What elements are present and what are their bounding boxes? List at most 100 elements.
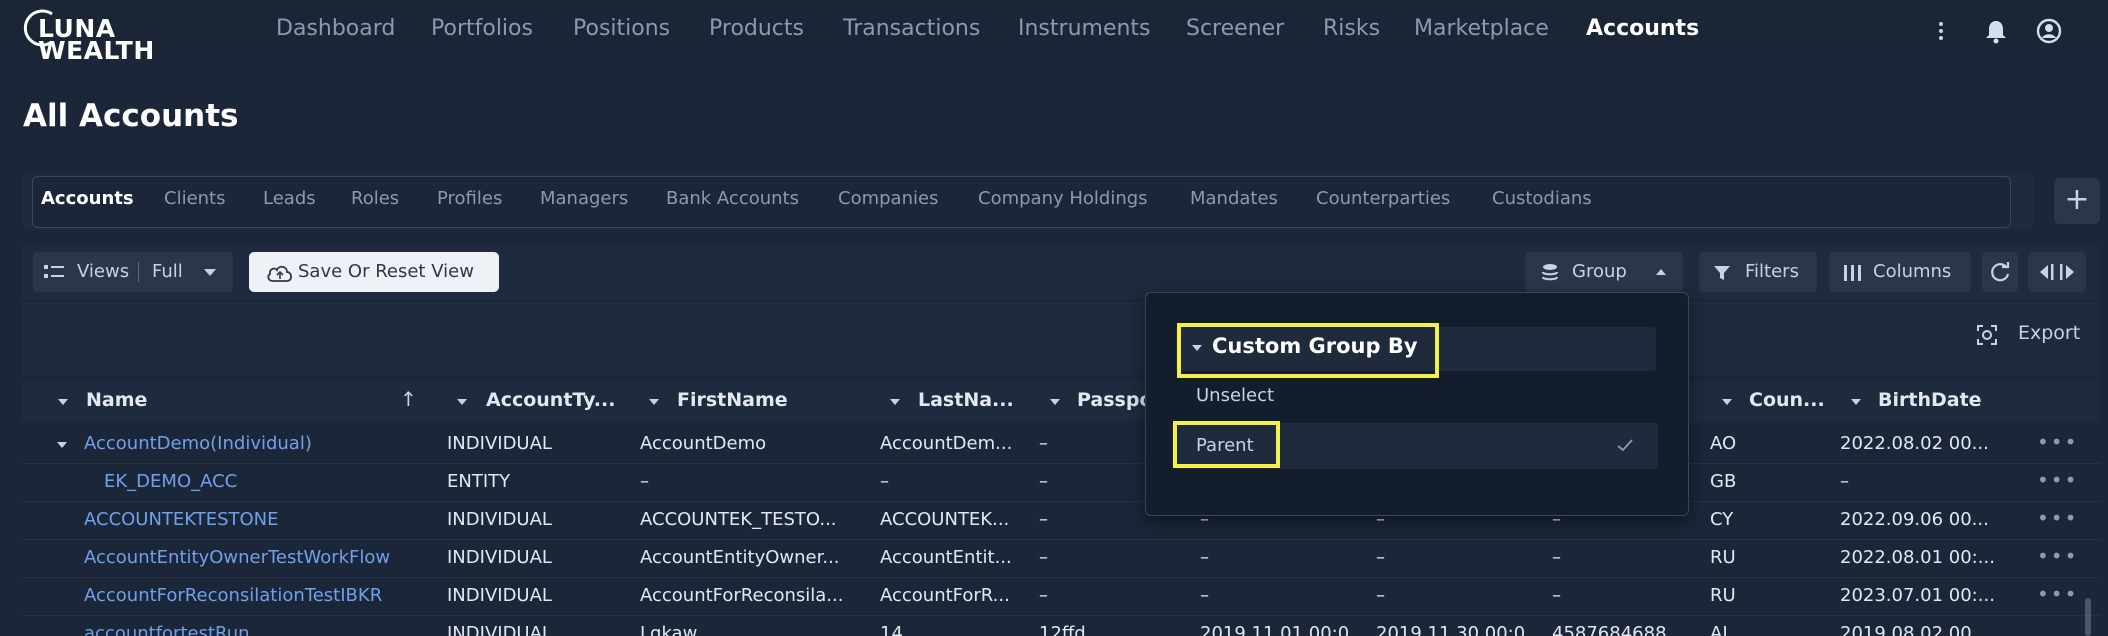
cell-country: AO — [1710, 433, 1737, 454]
column-menu-icon[interactable] — [1050, 399, 1060, 405]
tab-clients[interactable]: Clients — [164, 188, 226, 209]
column-menu-icon[interactable] — [1851, 399, 1861, 405]
tab-companies[interactable]: Companies — [838, 188, 938, 209]
more-vertical-icon[interactable] — [1928, 18, 1954, 44]
cell-country: RU — [1710, 547, 1736, 568]
cell-birth-date: – — [1840, 471, 1849, 492]
table-row[interactable]: ACCOUNTEKTESTONE INDIVIDUAL ACCOUNTEK_TE… — [22, 502, 2100, 540]
column-header-name[interactable]: Name — [86, 389, 147, 411]
account-name-link[interactable]: ACCOUNTEKTESTONE — [84, 509, 279, 530]
cell-first-name: AccountDemo — [640, 433, 767, 454]
export-button[interactable]: Export — [1974, 319, 2094, 349]
table-row[interactable]: accountfortestRun INDIVIDUAL Lqkaw 14 12… — [22, 616, 2100, 636]
nav-item-positions[interactable]: Positions — [573, 16, 670, 41]
cell-number: – — [1552, 547, 1561, 568]
nav-item-risks[interactable]: Risks — [1323, 16, 1380, 41]
user-icon[interactable] — [2036, 18, 2062, 44]
toolbar-divider — [22, 300, 2100, 301]
row-actions-icon[interactable]: ••• — [2037, 582, 2078, 606]
account-name-link[interactable]: AccountEntityOwnerTestWorkFlow — [84, 547, 390, 568]
account-name-link[interactable]: AccountDemo(Individual) — [84, 433, 312, 454]
table-row[interactable]: EK_DEMO_ACC ENTITY – – – GB – ••• — [22, 464, 2100, 502]
views-button[interactable]: Views Full — [33, 252, 233, 292]
cell-last-name: AccountDem... — [880, 433, 1013, 454]
tab-managers[interactable]: Managers — [540, 188, 628, 209]
column-header-country[interactable]: Coun... — [1749, 389, 1825, 411]
tab-counterparties[interactable]: Counterparties — [1316, 188, 1450, 209]
cell-last-name: 14 — [880, 623, 903, 636]
account-name-link[interactable]: EK_DEMO_ACC — [104, 471, 237, 492]
tab-custodians[interactable]: Custodians — [1492, 188, 1592, 209]
tab-accounts[interactable]: Accounts — [41, 188, 134, 209]
account-name-link[interactable]: AccountForReconsilationTestIBKR — [84, 585, 382, 606]
row-actions-icon[interactable]: ••• — [2037, 468, 2078, 492]
account-name-link[interactable]: accountfortestRun — [84, 623, 250, 636]
refresh-button[interactable] — [1982, 252, 2018, 292]
table-scrollbar[interactable] — [2085, 598, 2091, 636]
column-menu-icon[interactable] — [58, 399, 68, 405]
column-menu-icon[interactable] — [457, 399, 467, 405]
group-label: Group — [1572, 261, 1627, 282]
tab-roles[interactable]: Roles — [351, 188, 399, 209]
unselect-option[interactable]: Unselect — [1196, 385, 1274, 406]
column-header-first-name[interactable]: FirstName — [677, 389, 788, 411]
nav-item-screener[interactable]: Screener — [1186, 16, 1284, 41]
tab-leads[interactable]: Leads — [263, 188, 316, 209]
tab-mandates[interactable]: Mandates — [1190, 188, 1278, 209]
cell-account-type: INDIVIDUAL — [447, 623, 552, 636]
page-title: All Accounts — [23, 98, 239, 134]
cell-passport: – — [1039, 433, 1048, 454]
tab-profiles[interactable]: Profiles — [437, 188, 502, 209]
tab-company-holdings[interactable]: Company Holdings — [978, 188, 1148, 209]
filter-icon — [1714, 266, 1730, 280]
column-header-account-type[interactable]: AccountTy... — [486, 389, 615, 411]
column-header-passport[interactable]: Passpo — [1077, 389, 1153, 411]
brand-logo[interactable]: LUNA WEALTH — [22, 8, 154, 64]
cell-first-name: AccountEntityOwner... — [640, 547, 840, 568]
highlight-custom-group-by — [1177, 323, 1439, 378]
filters-button[interactable]: Filters — [1699, 252, 1817, 292]
cell-date-from: – — [1200, 547, 1209, 568]
table-row[interactable]: AccountEntityOwnerTestWorkFlow INDIVIDUA… — [22, 540, 2100, 578]
nav-item-marketplace[interactable]: Marketplace — [1414, 16, 1549, 41]
tab-bank-accounts[interactable]: Bank Accounts — [666, 188, 799, 209]
cell-number: – — [1552, 585, 1561, 606]
group-button[interactable]: Group — [1525, 252, 1683, 292]
save-reset-view-button[interactable]: Save Or Reset View — [249, 252, 499, 292]
nav-item-accounts[interactable]: Accounts — [1586, 16, 1699, 41]
nav-item-portfolios[interactable]: Portfolios — [431, 16, 533, 41]
table-row[interactable]: AccountDemo(Individual) INDIVIDUAL Accou… — [22, 426, 2100, 464]
columns-button[interactable]: Columns — [1829, 252, 1971, 292]
row-actions-icon[interactable]: ••• — [2037, 544, 2078, 568]
row-actions-icon[interactable]: ••• — [2037, 430, 2078, 454]
column-menu-icon[interactable] — [890, 399, 900, 405]
cell-date-to: 2019.11.30 00:0... — [1376, 623, 1543, 636]
column-menu-icon[interactable] — [1722, 399, 1732, 405]
cell-last-name: AccountForR... — [880, 585, 1010, 606]
nav-item-transactions[interactable]: Transactions — [843, 16, 980, 41]
cell-country: CY — [1710, 509, 1734, 530]
row-actions-icon[interactable]: ••• — [2037, 506, 2078, 530]
cell-date-to: – — [1376, 547, 1385, 568]
check-icon — [1617, 439, 1633, 452]
column-header-last-name[interactable]: LastNa... — [918, 389, 1014, 411]
add-tab-button[interactable]: + — [2054, 178, 2100, 224]
columns-label: Columns — [1873, 261, 1952, 282]
column-header-birth-date[interactable]: BirthDate — [1878, 389, 1982, 411]
cell-birth-date: 2022.09.06 00... — [1840, 509, 1989, 530]
nav-item-dashboard[interactable]: Dashboard — [276, 16, 395, 41]
column-menu-icon[interactable] — [649, 399, 659, 405]
cell-date-to: – — [1376, 585, 1385, 606]
table-row[interactable]: AccountForReconsilationTestIBKR INDIVIDU… — [22, 578, 2100, 616]
cell-birth-date: 2022.08.01 00:... — [1840, 547, 1995, 568]
cell-number: 4587684688 — [1552, 623, 1667, 636]
bell-icon[interactable] — [1983, 18, 2009, 44]
cell-birth-date: 2023.07.01 00:... — [1840, 585, 1995, 606]
sort-ascending-icon[interactable]: ↑ — [400, 387, 417, 411]
cell-account-type: INDIVIDUAL — [447, 509, 552, 530]
panel-toggle-button[interactable] — [2028, 252, 2086, 292]
nav-item-instruments[interactable]: Instruments — [1018, 16, 1151, 41]
nav-item-products[interactable]: Products — [709, 16, 804, 41]
expand-row-icon[interactable] — [57, 442, 67, 448]
cell-last-name: AccountEntit... — [880, 547, 1012, 568]
